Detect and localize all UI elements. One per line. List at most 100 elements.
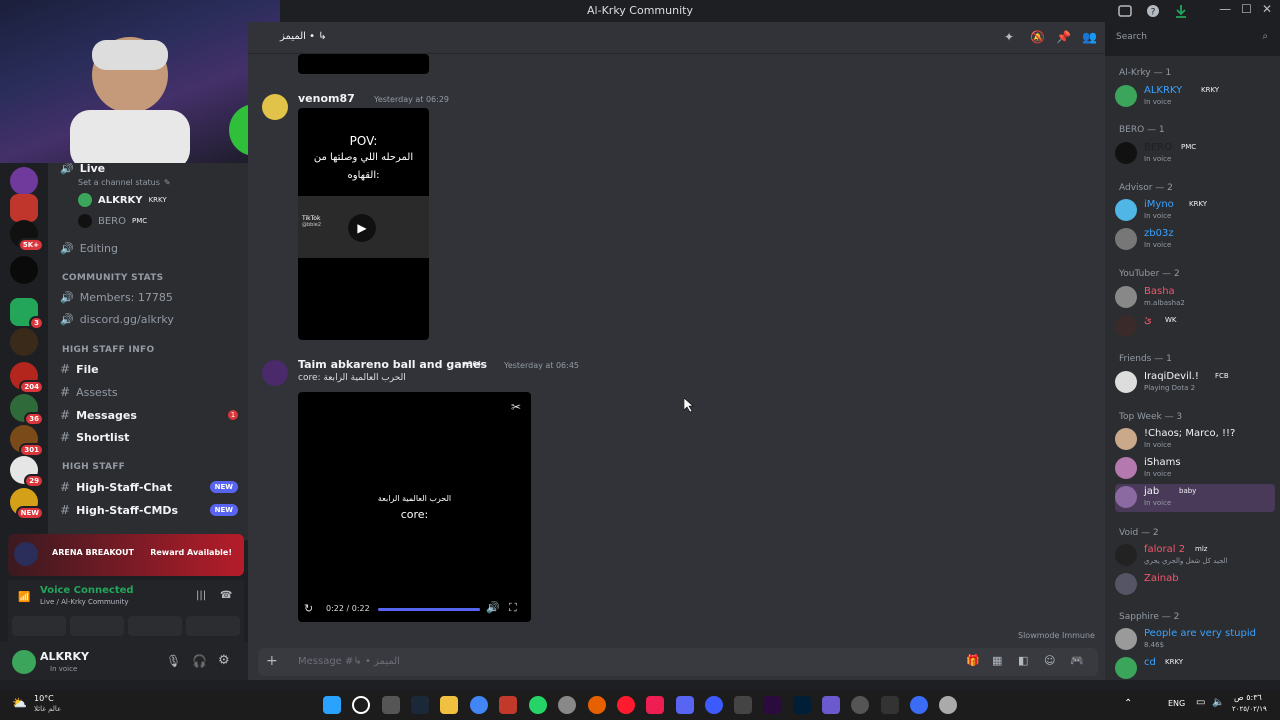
- clock-time[interactable]: ٥:٣٦ ص: [1234, 693, 1262, 702]
- message-author[interactable]: Taim abkareno ball and games: [298, 358, 487, 371]
- soundboard-icon[interactable]: [186, 616, 240, 636]
- server-icon[interactable]: 5K+: [10, 220, 44, 252]
- promo-banner[interactable]: ARENA BREAKOUT Reward Available!: [8, 534, 244, 576]
- fullscreen-icon[interactable]: ⛶: [509, 601, 517, 615]
- tiktok-icon[interactable]: [646, 696, 664, 714]
- app-icon[interactable]: [910, 696, 928, 714]
- screen-share-icon[interactable]: [70, 616, 124, 636]
- weather-icon[interactable]: ⛅: [12, 696, 27, 710]
- headphones-icon[interactable]: 🎧: [192, 654, 207, 668]
- opera-icon[interactable]: [617, 696, 635, 714]
- channel-status[interactable]: Set a channel status ✎: [78, 172, 248, 192]
- help-icon[interactable]: ?: [1146, 3, 1162, 19]
- server-icon[interactable]: [10, 328, 38, 356]
- volume-icon[interactable]: 🔊: [486, 601, 500, 614]
- photoshop-icon[interactable]: [793, 696, 811, 714]
- channel-messages[interactable]: # Messages 1: [60, 405, 248, 425]
- steam-icon[interactable]: [411, 696, 429, 714]
- message-input[interactable]: Message #↳ • الميمز: [298, 656, 400, 667]
- member-item[interactable]: jab baby In voice: [1115, 484, 1275, 512]
- settings-icon[interactable]: ⚙: [218, 653, 230, 668]
- noise-suppression-icon[interactable]: |||: [196, 590, 206, 601]
- server-icon[interactable]: [10, 194, 38, 222]
- maximize-icon[interactable]: ☐: [1241, 2, 1252, 16]
- message-author[interactable]: venom87: [298, 92, 355, 105]
- server-icon[interactable]: [10, 167, 38, 195]
- member-item[interactable]: Basha m.albasha2: [1115, 284, 1275, 312]
- server-icon[interactable]: 204: [10, 362, 44, 394]
- mic-icon[interactable]: 🎙: [166, 654, 181, 668]
- threads-icon[interactable]: ✦: [1004, 30, 1014, 44]
- member-item[interactable]: BERO PMC In voice: [1115, 140, 1275, 168]
- member-item[interactable]: ALKRKY KRKY In voice: [1115, 83, 1275, 111]
- server-icon[interactable]: NEW: [10, 488, 44, 520]
- add-attachment-icon[interactable]: +: [266, 653, 278, 669]
- search-icon[interactable]: [352, 696, 370, 714]
- language-indicator[interactable]: ENG: [1168, 699, 1185, 708]
- member-item[interactable]: People are very stupid 8.46$: [1115, 626, 1275, 654]
- capcut-icon[interactable]: [881, 696, 899, 714]
- avatar[interactable]: [262, 360, 288, 386]
- app-icon[interactable]: [588, 696, 606, 714]
- member-item[interactable]: zb03z In voice: [1115, 226, 1275, 254]
- stat-channel-members[interactable]: 🔊 Members: 17785: [60, 287, 248, 307]
- app-icon[interactable]: [705, 696, 723, 714]
- message-composer[interactable]: + Message #↳ • الميمز 🎁 ▦ ◧ ☺ 🎮: [258, 648, 1098, 676]
- app-icon[interactable]: [558, 696, 576, 714]
- network-icon[interactable]: ▭: [1196, 697, 1205, 708]
- member-item[interactable]: ئ WK: [1115, 313, 1275, 341]
- channel-shortlist[interactable]: # Shortlist: [60, 427, 248, 447]
- channel-high-staff-cmds[interactable]: # High-Staff-CMDs NEW: [60, 500, 248, 520]
- whatsapp-icon[interactable]: [529, 696, 547, 714]
- member-item[interactable]: faloral 2 mlz الجيد كل شعل والجري يجري: [1115, 542, 1275, 570]
- category-high-staff[interactable]: HIGH STAFF: [62, 457, 248, 477]
- video-progress-track[interactable]: [378, 608, 480, 611]
- channel-file[interactable]: # File: [60, 359, 248, 379]
- server-icon[interactable]: 301: [10, 425, 44, 457]
- member-item[interactable]: Zainab: [1115, 571, 1275, 599]
- server-icon[interactable]: [10, 256, 38, 284]
- clock-date[interactable]: ٢٠٢٥/٠٢/١٩: [1232, 705, 1267, 713]
- replay-icon[interactable]: ↻: [304, 602, 313, 615]
- voice-channel-editing[interactable]: 🔊 Editing: [60, 238, 248, 258]
- member-item[interactable]: IraqiDevil.! FCB Playing Dota 2: [1115, 369, 1275, 397]
- server-icon[interactable]: 29: [10, 456, 44, 488]
- category-high-staff-info[interactable]: HIGH STAFF INFO: [62, 340, 248, 360]
- video-player[interactable]: ✂ الحرب العالمية الرابعة core: ↻ 0:22 / …: [298, 392, 531, 622]
- volume-icon[interactable]: 🔈: [1212, 697, 1224, 708]
- disconnect-icon[interactable]: ☎: [220, 590, 232, 601]
- video-embed[interactable]: [298, 54, 429, 74]
- app-icon[interactable]: [939, 696, 957, 714]
- gift-icon[interactable]: 🎁: [966, 654, 980, 667]
- search-input[interactable]: Search: [1116, 32, 1147, 42]
- chrome-icon[interactable]: [470, 696, 488, 714]
- start-icon[interactable]: [323, 696, 341, 714]
- search-box[interactable]: Search ⌕: [1110, 28, 1274, 48]
- app-icon[interactable]: [734, 696, 752, 714]
- gif-icon[interactable]: ▦: [992, 654, 1002, 667]
- channel-high-staff-chat[interactable]: # High-Staff-Chat NEW: [60, 477, 248, 497]
- download-icon[interactable]: [1174, 3, 1190, 19]
- sticker-icon[interactable]: ◧: [1018, 654, 1028, 667]
- apps-icon[interactable]: 🎮: [1070, 654, 1084, 667]
- voice-user[interactable]: ALKRKY KRKY: [78, 190, 248, 210]
- app-icon[interactable]: [822, 696, 840, 714]
- obs-icon[interactable]: [851, 696, 869, 714]
- inbox-icon[interactable]: [1118, 3, 1134, 19]
- avatar[interactable]: [262, 94, 288, 120]
- reward-button[interactable]: Reward Available!: [150, 548, 232, 557]
- emoji-icon[interactable]: ☺: [1044, 654, 1055, 667]
- server-icon[interactable]: 3: [10, 298, 44, 330]
- task-view-icon[interactable]: [382, 696, 400, 714]
- activities-icon[interactable]: [128, 616, 182, 636]
- tray-chevron-icon[interactable]: ⌃: [1124, 698, 1132, 709]
- video-off-icon[interactable]: [12, 616, 66, 636]
- discord-icon[interactable]: [676, 696, 694, 714]
- premiere-icon[interactable]: [763, 696, 781, 714]
- file-explorer-icon[interactable]: [440, 696, 458, 714]
- pin-icon[interactable]: 📌: [1056, 30, 1071, 44]
- members-icon[interactable]: 👥: [1082, 30, 1097, 44]
- server-icon[interactable]: 36: [10, 394, 44, 426]
- member-item[interactable]: iShams In voice: [1115, 455, 1275, 483]
- stat-channel-invite[interactable]: 🔊 discord.gg/alkrky: [60, 309, 248, 329]
